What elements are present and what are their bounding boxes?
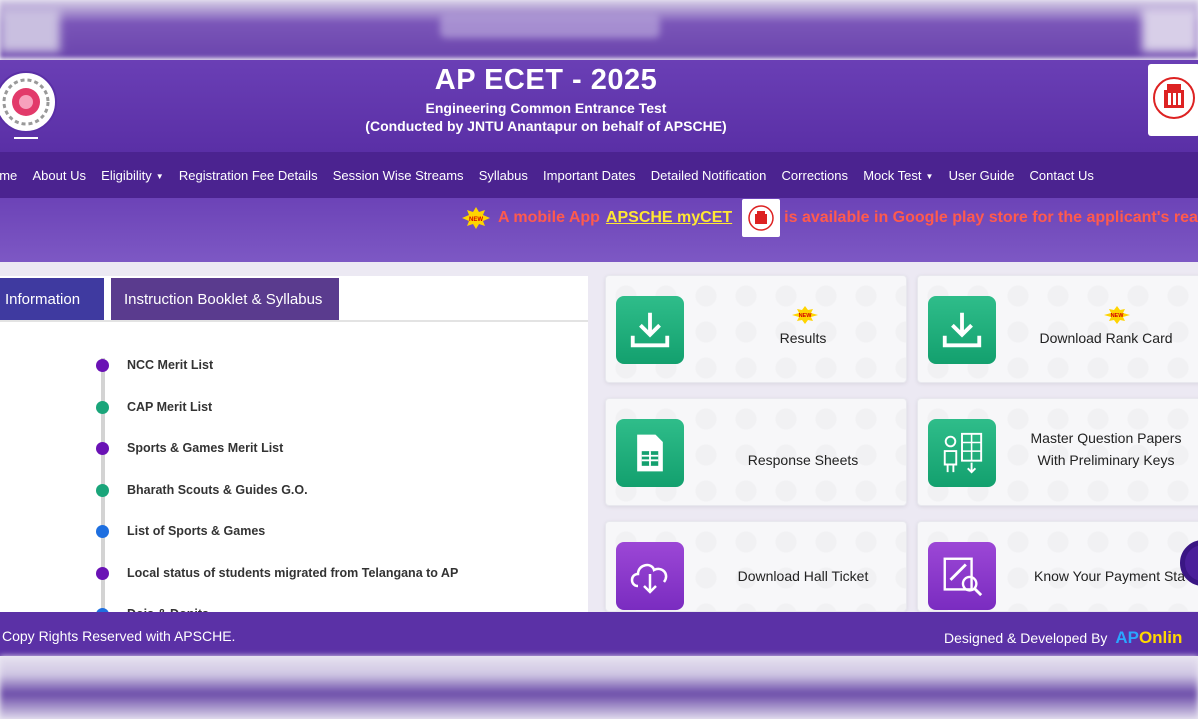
results-label: Results (779, 330, 827, 346)
blurred-top-band (0, 0, 1198, 58)
results-card[interactable]: NEW Results (605, 275, 907, 383)
caret-down-icon: ▼ (155, 171, 164, 181)
timeline-item-label: Bharath Scouts & Guides G.O. (127, 483, 308, 497)
timeline-item-label: NCC Merit List (127, 358, 214, 372)
info-panel: Information Instruction Booklet & Syllab… (0, 276, 588, 612)
payment-status-label: Know Your Payment Sta (1034, 568, 1185, 584)
tab-information[interactable]: Information (0, 278, 104, 320)
tab-divider (0, 320, 588, 322)
new-badge-icon: NEW (792, 306, 818, 324)
svg-text:NEW: NEW (1111, 313, 1125, 319)
timeline-dot-icon (96, 566, 109, 580)
svg-text:NEW: NEW (469, 217, 483, 223)
master-papers-line1: Master Question Papers (1030, 430, 1182, 446)
nav-item-session-wise-streams[interactable]: Session Wise Streams (325, 168, 471, 183)
apsche-logo[interactable] (1148, 64, 1198, 136)
svg-text:NEW: NEW (799, 313, 813, 319)
edit-search-icon (928, 542, 996, 610)
caret-down-icon: ▼ (925, 171, 934, 181)
nav-item-detailed-notification[interactable]: Detailed Notification (643, 168, 774, 183)
timeline-item-label: CAP Merit List (127, 400, 213, 414)
master-question-papers-card[interactable]: Master Question Papers With Preliminary … (917, 398, 1198, 506)
mycet-app-icon[interactable] (742, 199, 781, 237)
timeline-dot-icon (96, 400, 109, 414)
site-footer: Copy Rights Reserved with APSCHE. Design… (0, 612, 1198, 656)
mycet-app-link[interactable]: APSCHE myCET (606, 209, 732, 227)
response-sheets-card[interactable]: Response Sheets (605, 398, 907, 506)
timeline-item-label: Sports & Games Merit List (127, 441, 284, 455)
nav-item-contact-us[interactable]: Contact Us (1022, 168, 1102, 183)
marquee-text-after: is available in Google play store for th… (784, 209, 1198, 226)
response-sheets-label: Response Sheets (747, 452, 859, 468)
download-icon (928, 296, 996, 364)
nav-item-eligibility[interactable]: Eligibility ▼ (94, 168, 172, 183)
nav-item-ome[interactable]: ome (0, 168, 25, 183)
timeline-dot-icon (96, 358, 109, 372)
download-hall-ticket-card[interactable]: Download Hall Ticket (605, 521, 907, 612)
hall-ticket-label: Download Hall Ticket (737, 568, 869, 584)
timeline-item-label: List of Sports & Games (127, 524, 266, 538)
tab-instruction-booklet[interactable]: Instruction Booklet & Syllabus (111, 278, 339, 320)
timeline-item[interactable]: CAP Merit List (96, 400, 212, 414)
nav-item-syllabus[interactable]: Syllabus (471, 168, 535, 183)
person-checklist-icon (928, 419, 996, 487)
marquee-text-before: A mobile App (498, 209, 600, 226)
app-emblem-icon (748, 205, 774, 231)
nav-item-about-us[interactable]: About Us (25, 168, 94, 183)
site-header: AP ECET - 2025 Engineering Common Entran… (0, 60, 1198, 152)
panel-tabs: Information Instruction Booklet & Syllab… (0, 278, 339, 322)
timeline-dot-icon (96, 441, 109, 455)
timeline-item[interactable]: Local status of students migrated from T… (96, 566, 458, 580)
new-badge-icon: NEW (462, 207, 490, 229)
page-subtitle: Engineering Common Entrance Test (425, 100, 667, 116)
nav-item-important-dates[interactable]: Important Dates (535, 168, 643, 183)
timeline-item[interactable]: Bharath Scouts & Guides G.O. (96, 483, 308, 497)
timeline-item-label: Local status of students migrated from T… (127, 566, 459, 580)
new-badge-icon: NEW (1104, 306, 1130, 324)
timeline-item[interactable]: List of Sports & Games (96, 524, 265, 538)
developer-credit-text: Designed & Developed By (944, 630, 1108, 646)
copyright-text: Copy Rights Reserved with APSCHE. (2, 628, 236, 644)
aponline-logo[interactable]: APOnlin (1115, 628, 1182, 647)
nav-item-registration-fee-details[interactable]: Registration Fee Details (171, 168, 325, 183)
page-subtitle-conducted: (Conducted by JNTU Anantapur on behalf o… (365, 118, 727, 134)
download-icon (616, 296, 684, 364)
cloud-download-icon (616, 542, 684, 610)
nav-item-mock-test[interactable]: Mock Test ▼ (856, 168, 941, 183)
timeline-item[interactable]: Sports & Games Merit List (96, 441, 283, 455)
payment-status-card[interactable]: Know Your Payment Sta (917, 521, 1198, 612)
main-nav: omeAbout UsEligibility▼Registration Fee … (0, 152, 1198, 198)
developer-credit: Designed & Developed By APOnlin (944, 628, 1182, 648)
timeline-dot-icon (96, 483, 109, 497)
rank-card-label: Download Rank Card (1039, 330, 1173, 346)
master-papers-line2: With Preliminary Keys (1037, 452, 1175, 468)
timeline-item[interactable]: NCC Merit List (96, 358, 213, 372)
announcement-marquee: NEW A mobile App APSCHE myCET is availab… (0, 198, 1198, 262)
nav-item-user-guide[interactable]: User Guide (941, 168, 1022, 183)
timeline-dot-icon (96, 524, 109, 538)
download-rank-card[interactable]: NEW Download Rank Card (917, 275, 1198, 383)
spreadsheet-icon (616, 419, 684, 487)
nav-item-corrections[interactable]: Corrections (774, 168, 856, 183)
blurred-bottom-band (0, 656, 1198, 719)
page-title: AP ECET - 2025 (434, 64, 658, 96)
apsche-emblem-icon (1153, 77, 1195, 119)
